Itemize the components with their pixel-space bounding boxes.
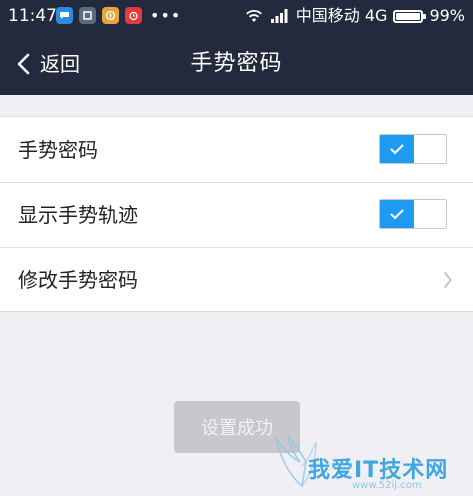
page-title: 手势密码 [190, 51, 283, 76]
status-right: 中国移动 4G 99% [244, 6, 465, 26]
carrier-label: 中国移动 4G [295, 6, 388, 25]
wifi-icon [245, 10, 262, 22]
battery-percent: 99% [429, 6, 465, 25]
check-icon [390, 144, 404, 155]
battery-fill [396, 12, 421, 20]
toggle-on-indicator [380, 135, 414, 163]
alarm-icon [125, 7, 142, 24]
chevron-right-icon [444, 272, 452, 288]
setting-gesture-password: 手势密码 [0, 117, 473, 182]
battery-icon [393, 9, 427, 23]
notification-icons: ••• [56, 7, 181, 24]
setting-label: 修改手势密码 [18, 267, 138, 292]
more-notifications: ••• [150, 5, 182, 25]
setting-label: 手势密码 [18, 137, 98, 162]
watermark: 我爱IT技术网 www.52ij.com [272, 428, 467, 494]
nav-bar: 返回 手势密码 [0, 33, 473, 95]
toggle-on-indicator [380, 200, 414, 228]
compass-icon [102, 7, 119, 24]
chat-icon [56, 7, 73, 24]
gesture-password-toggle[interactable] [379, 134, 447, 164]
toast-text: 设置成功 [201, 418, 273, 439]
check-icon [390, 209, 404, 220]
show-gesture-trail-toggle[interactable] [379, 199, 447, 229]
setting-show-gesture-trail: 显示手势轨迹 [0, 182, 473, 247]
app-icon [79, 7, 96, 24]
signal-icon [270, 9, 288, 23]
status-bar: 11:47 ••• 中国移动 4G 99% [0, 0, 473, 33]
setting-label: 显示手势轨迹 [18, 202, 138, 227]
status-time: 11:47 [8, 6, 57, 26]
watermark-url: www.52ij.com [352, 480, 422, 491]
setting-change-gesture-password[interactable]: 修改手势密码 [0, 247, 473, 312]
settings-list: 手势密码 显示手势轨迹 修改手势密码 [0, 116, 473, 312]
